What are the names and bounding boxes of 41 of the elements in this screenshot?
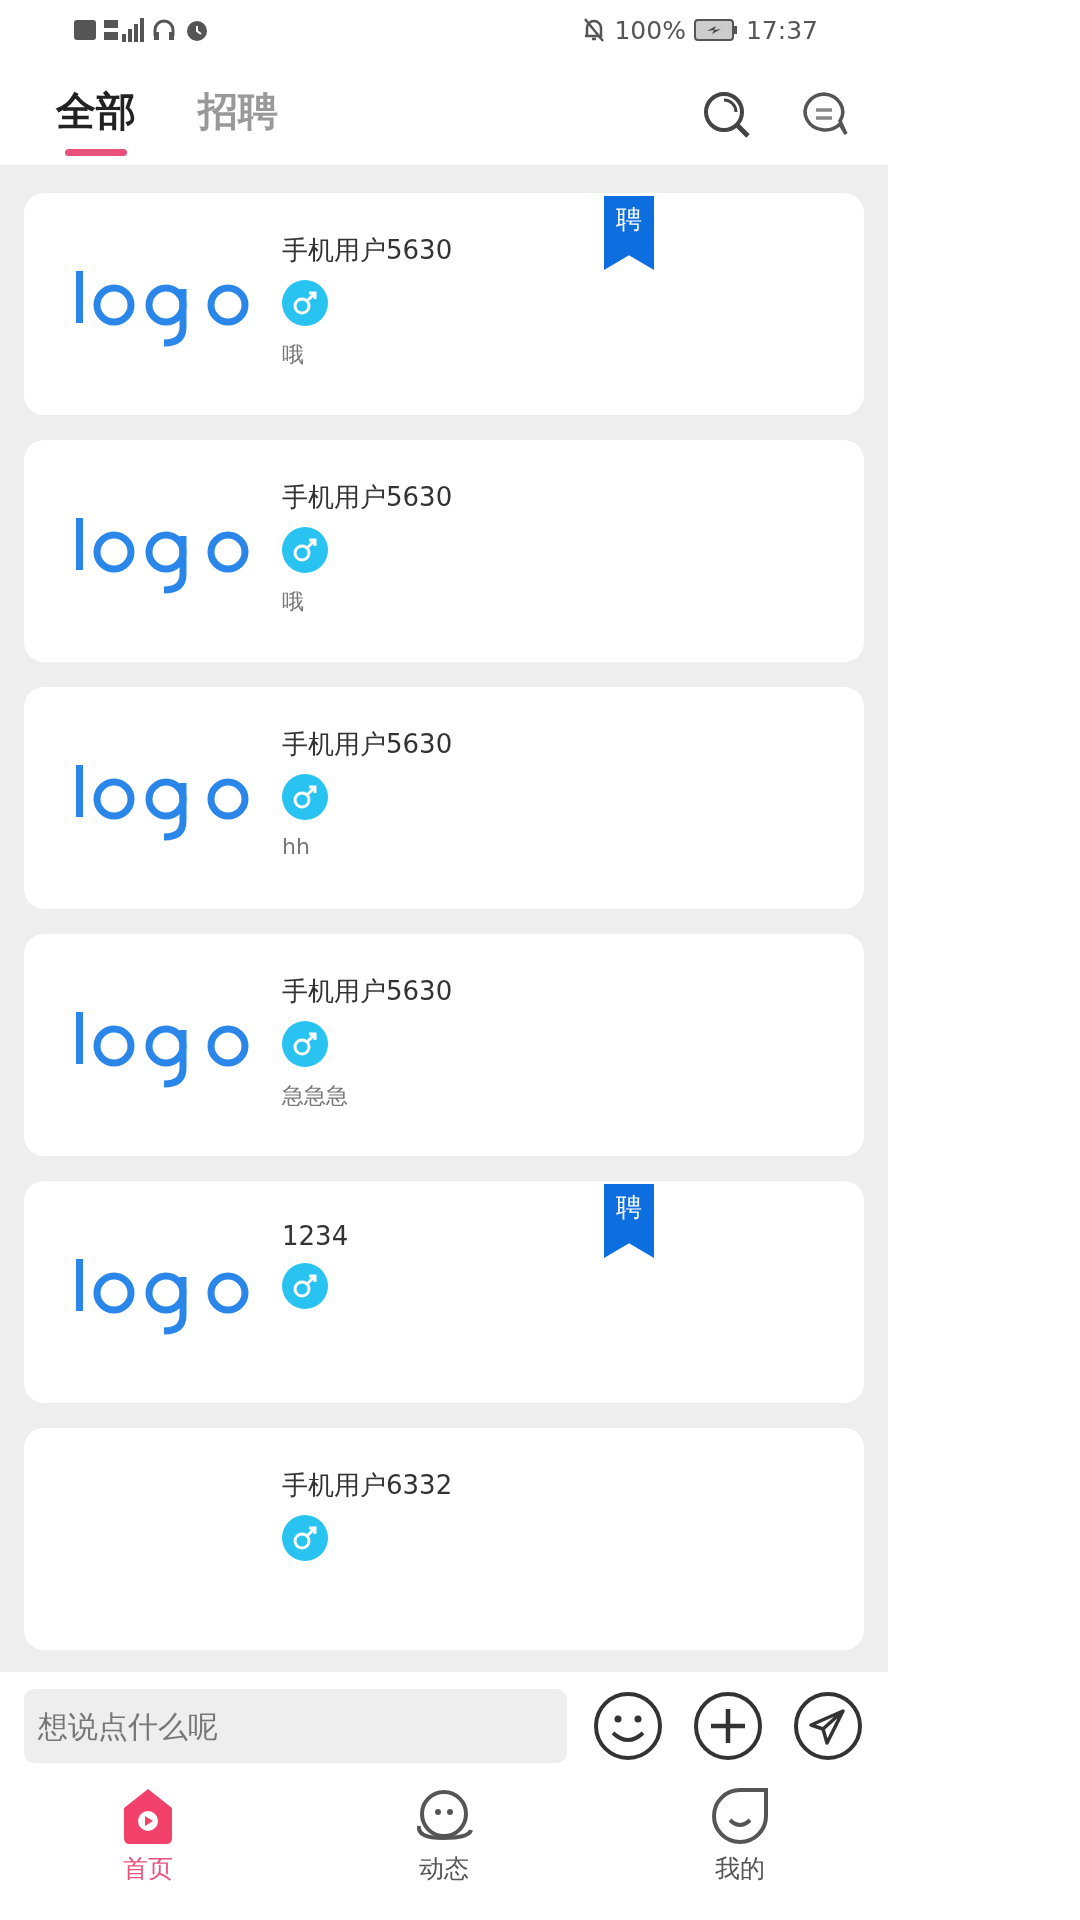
search-icon[interactable] <box>702 90 752 140</box>
user-name: 手机用户5630 <box>282 234 453 267</box>
headphones-icon <box>152 18 176 42</box>
chat-bubble-icon[interactable] <box>800 90 848 138</box>
user-name: 手机用户5630 <box>282 481 453 514</box>
clock-time: 17:37 <box>745 15 818 45</box>
male-icon <box>282 1263 328 1309</box>
emoji-icon[interactable] <box>593 1691 663 1761</box>
user-name: 手机用户5630 <box>282 975 453 1008</box>
nav-tab[interactable]: 动态 <box>296 1780 592 1920</box>
post-text: 哦 <box>282 341 305 369</box>
male-icon <box>282 527 328 573</box>
signal-icon <box>104 18 144 42</box>
post-text: hh <box>282 834 311 859</box>
post-card[interactable]: 手机用户6332 <box>24 1428 864 1650</box>
post-card[interactable]: 1234 聘 <box>24 1181 864 1403</box>
nav-tab[interactable]: 我的 <box>592 1780 888 1920</box>
post-card[interactable]: 手机用户5630 哦 聘 <box>24 193 864 415</box>
nav-tab[interactable]: 首页 <box>0 1780 296 1920</box>
recruit-ribbon: 聘 <box>604 196 654 270</box>
bell-off-icon <box>582 17 607 43</box>
battery-icon <box>693 18 738 42</box>
male-icon <box>282 1515 328 1561</box>
post-card[interactable]: 手机用户5630 哦 <box>24 440 864 662</box>
send-icon[interactable] <box>793 1691 863 1761</box>
recruit-ribbon: 聘 <box>604 1184 654 1258</box>
tab[interactable]: 全部 <box>50 60 142 157</box>
add-icon[interactable] <box>693 1691 763 1761</box>
user-name: 手机用户5630 <box>282 728 453 761</box>
post-text: 哦 <box>282 588 305 616</box>
user-name: 手机用户6332 <box>282 1469 453 1502</box>
battery-percent: 100% <box>614 15 686 45</box>
comment-field[interactable]: 想说点什么呢 <box>24 1689 567 1763</box>
male-icon <box>282 774 328 820</box>
user-name: 1234 <box>282 1221 349 1251</box>
post-card[interactable]: 手机用户5630 hh <box>24 687 864 909</box>
post-card[interactable]: 手机用户5630 急急急 <box>24 934 864 1156</box>
smile-drop-icon <box>710 1786 770 1846</box>
post-text: 急急急 <box>282 1082 349 1110</box>
male-icon <box>282 1021 328 1067</box>
male-icon <box>282 280 328 326</box>
